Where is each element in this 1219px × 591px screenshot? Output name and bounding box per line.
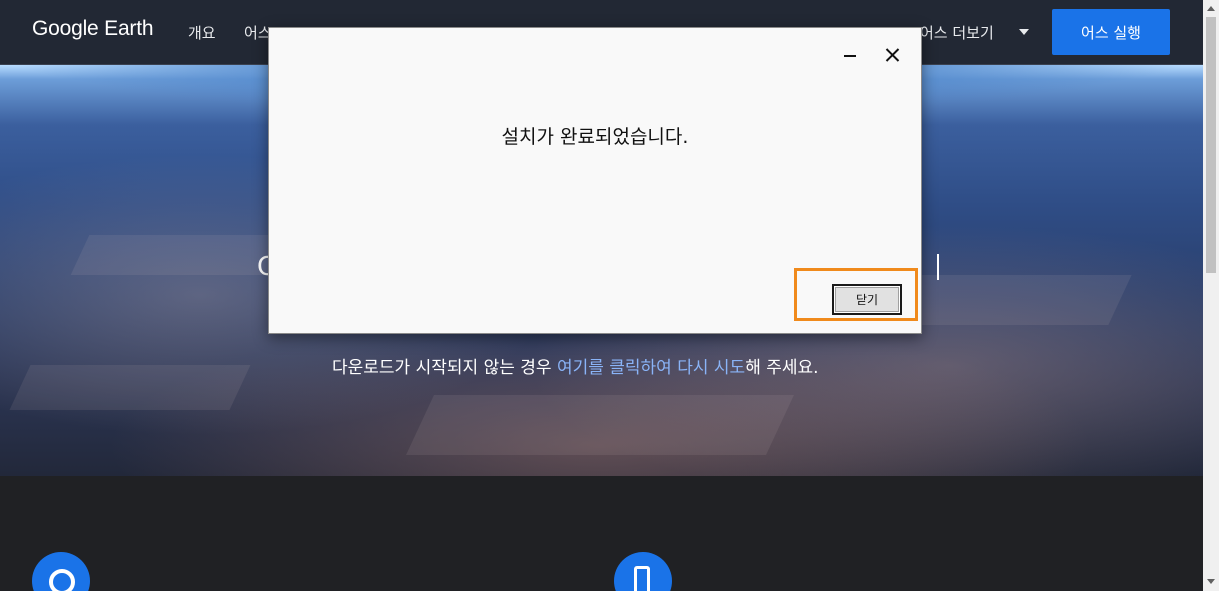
scroll-up-icon[interactable] — [1207, 6, 1215, 11]
scroll-down-icon[interactable] — [1207, 579, 1215, 584]
terrain-texture — [406, 395, 794, 455]
nav-overview[interactable]: 개요 — [188, 22, 216, 43]
download-note-suffix: 해 주세요. — [745, 358, 819, 378]
features-section — [0, 476, 1203, 591]
chevron-down-icon[interactable] — [1019, 29, 1029, 35]
nav-more-earth[interactable]: 어스 더보기 — [920, 22, 994, 43]
retry-download-link[interactable]: 여기를 클릭하여 다시 시도 — [557, 358, 745, 378]
minimize-icon[interactable] — [839, 44, 861, 66]
phone-shape — [634, 566, 650, 591]
text-cursor — [937, 254, 939, 280]
google-earth-logo[interactable]: Google Earth — [32, 17, 154, 41]
close-icon[interactable] — [882, 44, 904, 66]
scrollbar-thumb[interactable] — [1206, 17, 1216, 273]
launch-earth-button[interactable]: 어스 실행 — [1052, 9, 1170, 55]
install-complete-dialog: 설치가 완료되었습니다. 닫기 — [268, 27, 922, 334]
dialog-message: 설치가 완료되었습니다. — [501, 126, 689, 148]
terrain-texture — [9, 365, 251, 410]
chrome-ring — [49, 569, 75, 591]
download-note-prefix: 다운로드가 시작되지 않는 경우 — [332, 358, 557, 378]
vertical-scrollbar[interactable] — [1203, 0, 1219, 591]
download-retry-note: 다운로드가 시작되지 않는 경우 여기를 클릭하여 다시 시도해 주세요. — [332, 353, 819, 378]
chrome-icon — [32, 552, 90, 591]
page: Google Earth 개요 어스 어스 더보기 어스 실행 C 다운로드가 … — [0, 0, 1219, 591]
dialog-close-button[interactable]: 닫기 — [832, 284, 902, 315]
mobile-icon — [614, 552, 672, 591]
